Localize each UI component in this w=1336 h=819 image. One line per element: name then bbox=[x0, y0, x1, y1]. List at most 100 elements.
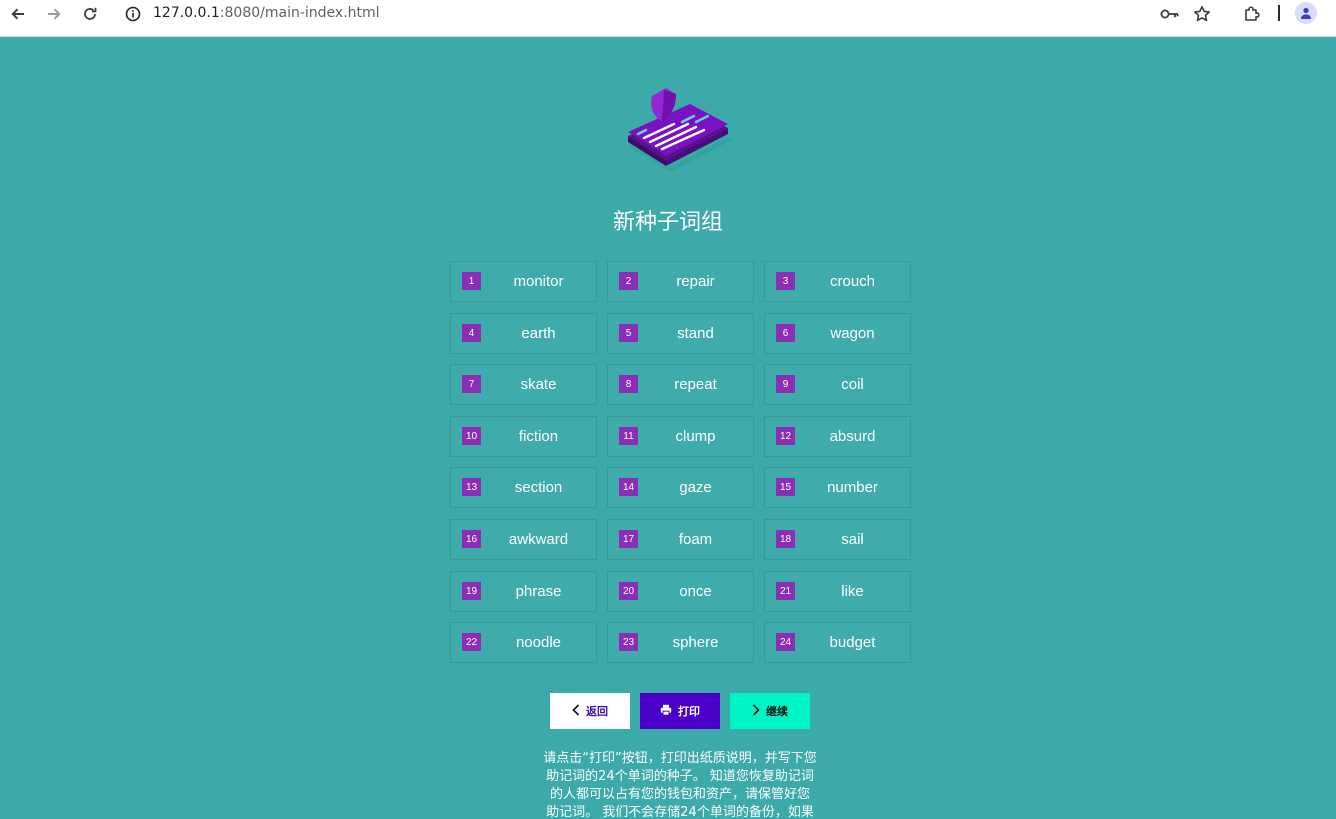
browser-toolbar: 127.0.0.1:8080/main-index.html bbox=[0, 0, 1336, 37]
seed-word-number: 20 bbox=[619, 582, 638, 600]
seed-word: number bbox=[827, 479, 878, 496]
seed-word-cell: 6 wagon bbox=[764, 313, 911, 354]
seed-word-cell: 15 number bbox=[764, 467, 911, 508]
seed-word-cell: 8 repeat bbox=[607, 364, 754, 405]
seed-word: skate bbox=[520, 376, 557, 393]
seed-word-number: 22 bbox=[462, 633, 481, 651]
seed-word-cell: 7 skate bbox=[450, 364, 597, 405]
seed-word-number: 13 bbox=[462, 478, 481, 496]
seed-word-cell: 20 once bbox=[607, 571, 754, 612]
star-icon[interactable] bbox=[1189, 2, 1215, 26]
backup-notice: 请点击“打印”按钮，打印出纸质说明，并写下您 助记词的24个单词的种子。 知道您… bbox=[540, 750, 820, 819]
chevron-left-icon bbox=[572, 703, 580, 719]
seed-word: stand bbox=[677, 325, 714, 342]
seed-word-number: 23 bbox=[619, 633, 638, 651]
notice-line: 请点击“打印”按钮，打印出纸质说明，并写下您 bbox=[543, 751, 817, 766]
seed-word: section bbox=[514, 479, 563, 496]
forward-arrow-icon[interactable] bbox=[40, 2, 68, 26]
seed-word-number: 1 bbox=[462, 272, 481, 290]
seed-word-number: 19 bbox=[462, 582, 481, 600]
seed-word: like bbox=[841, 583, 864, 600]
continue-button[interactable]: 继续 bbox=[730, 693, 810, 729]
seed-word-number: 21 bbox=[776, 582, 795, 600]
seed-word: clump bbox=[675, 428, 716, 445]
seed-word-number: 11 bbox=[619, 427, 638, 445]
seed-word: coil bbox=[841, 376, 864, 393]
toolbar-divider bbox=[1278, 5, 1280, 21]
notice-line: 的人都可以占有您的钱包和资产，请保管好您 bbox=[549, 787, 810, 802]
seed-word-cell: 16 awkward bbox=[450, 519, 597, 560]
seed-word-cell: 21 like bbox=[764, 571, 911, 612]
url-host: 127.0.0.1 bbox=[153, 5, 220, 21]
seed-word: wagon bbox=[830, 325, 875, 342]
notice-line: 助记词。 我们不会存储24个单词的备份，如果 bbox=[546, 805, 814, 819]
seed-word-number: 9 bbox=[776, 375, 795, 393]
seed-word-cell: 14 gaze bbox=[607, 467, 754, 508]
url-text[interactable]: 127.0.0.1:8080/main-index.html bbox=[153, 5, 380, 21]
seed-word-number: 4 bbox=[462, 324, 481, 342]
seed-word: earth bbox=[521, 325, 556, 342]
seed-word-number: 2 bbox=[619, 272, 638, 290]
url-path: :8080/main-index.html bbox=[219, 5, 380, 21]
site-info-icon[interactable] bbox=[119, 2, 147, 26]
seed-word-number: 7 bbox=[462, 375, 481, 393]
seed-word: repeat bbox=[674, 376, 717, 393]
seed-word: awkward bbox=[508, 531, 569, 548]
seed-word: absurd bbox=[829, 428, 876, 445]
seed-word-number: 15 bbox=[776, 478, 795, 496]
seed-word: foam bbox=[678, 531, 713, 548]
seed-word: fiction bbox=[518, 428, 559, 445]
seed-word-number: 8 bbox=[619, 375, 638, 393]
seed-word: noodle bbox=[515, 634, 562, 651]
seed-word-number: 12 bbox=[776, 427, 795, 445]
notice-line: 助记词的24个单词的种子。 知道您恢复助记词 bbox=[546, 769, 814, 784]
seed-word: sphere bbox=[672, 634, 719, 651]
seed-word-cell: 23 sphere bbox=[607, 622, 754, 663]
back-button-label: 返回 bbox=[586, 705, 608, 718]
seed-word: sail bbox=[841, 531, 864, 548]
seed-word-number: 17 bbox=[619, 530, 638, 548]
seed-word: phrase bbox=[515, 583, 562, 600]
seed-word-cell: 24 budget bbox=[764, 622, 911, 663]
print-button[interactable]: 打印 bbox=[640, 693, 720, 729]
seed-word: monitor bbox=[513, 273, 564, 290]
seed-word: repair bbox=[676, 273, 715, 290]
seed-word: crouch bbox=[829, 273, 876, 290]
seed-word: once bbox=[679, 583, 712, 600]
page-title: 新种子词组 bbox=[612, 210, 723, 235]
seed-word-grid: 1 monitor 2 repair 3 crouch 4 earth 5 stand 6 wagon… bbox=[450, 261, 911, 663]
printer-icon bbox=[660, 704, 672, 719]
seed-word-cell: 19 phrase bbox=[450, 571, 597, 612]
back-button[interactable]: 返回 bbox=[550, 693, 630, 729]
seed-word: budget bbox=[829, 634, 876, 651]
seed-word-number: 5 bbox=[619, 324, 638, 342]
extensions-icon[interactable] bbox=[1239, 2, 1265, 26]
seed-word-cell: 4 earth bbox=[450, 313, 597, 354]
continue-button-label: 继续 bbox=[766, 705, 788, 718]
profile-icon[interactable] bbox=[1295, 2, 1317, 24]
seed-word-cell: 22 noodle bbox=[450, 622, 597, 663]
chevron-right-icon bbox=[752, 703, 760, 719]
key-icon[interactable] bbox=[1157, 2, 1183, 26]
seed-word-cell: 5 stand bbox=[607, 313, 754, 354]
seed-word-cell: 1 monitor bbox=[450, 261, 597, 302]
reload-icon[interactable] bbox=[76, 2, 104, 26]
seed-word-cell: 2 repair bbox=[607, 261, 754, 302]
seed-phrase-card-icon bbox=[616, 82, 740, 192]
print-button-label: 打印 bbox=[678, 705, 700, 718]
seed-word-number: 18 bbox=[776, 530, 795, 548]
seed-word-number: 3 bbox=[776, 272, 795, 290]
seed-word-number: 14 bbox=[619, 478, 638, 496]
seed-word-number: 24 bbox=[776, 633, 795, 651]
seed-word-number: 6 bbox=[776, 324, 795, 342]
seed-word-cell: 17 foam bbox=[607, 519, 754, 560]
back-arrow-icon[interactable] bbox=[4, 2, 32, 26]
seed-word-cell: 13 section bbox=[450, 467, 597, 508]
seed-word: gaze bbox=[679, 479, 712, 496]
seed-word-cell: 3 crouch bbox=[764, 261, 911, 302]
seed-word-number: 16 bbox=[462, 530, 481, 548]
seed-word-number: 10 bbox=[462, 427, 481, 445]
seed-word-cell: 12 absurd bbox=[764, 416, 911, 457]
seed-word-cell: 9 coil bbox=[764, 364, 911, 405]
seed-word-cell: 11 clump bbox=[607, 416, 754, 457]
